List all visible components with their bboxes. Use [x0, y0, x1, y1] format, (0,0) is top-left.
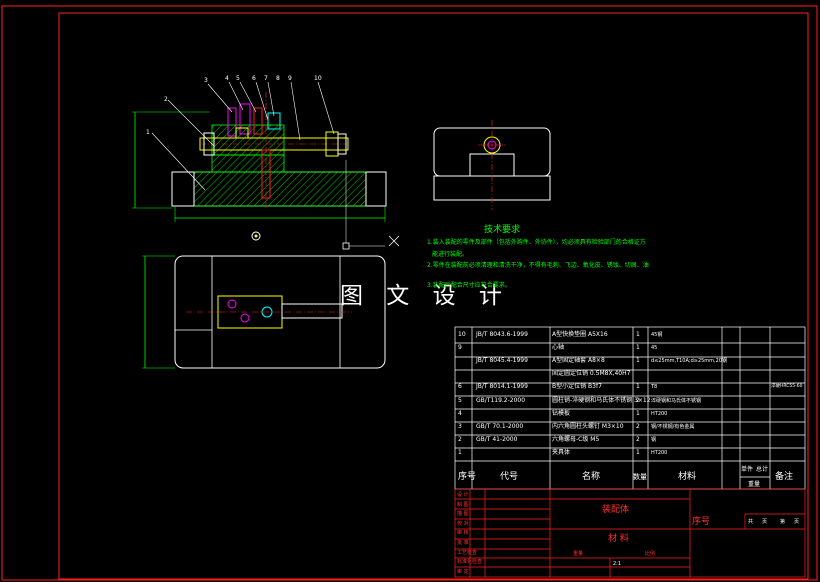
- title-block-label: 制 图: [457, 501, 469, 508]
- callout-9: 9: [288, 75, 292, 82]
- title-block-label: 设 计: [457, 492, 469, 498]
- bom-cell-note: 淬硬HRC55-60: [771, 384, 803, 390]
- title-block-label: 描 图: [457, 511, 469, 518]
- bom-cell-material: T8: [651, 384, 658, 391]
- callout-1: 1: [146, 129, 150, 136]
- callout-4: 4: [225, 75, 229, 82]
- title-block-grid: [454, 488, 806, 578]
- bom-cell-no: 5: [458, 396, 462, 404]
- callout-10: 10: [314, 75, 322, 82]
- weight-label: 重量: [573, 551, 584, 557]
- bom-cell-qty: 1: [636, 344, 640, 352]
- callout-5: 5: [236, 75, 240, 82]
- bom-header-no: 序号: [458, 472, 477, 482]
- bom-cell-material: 钢: [651, 436, 657, 443]
- bom-cell-name: A型快换垫圈 A5X16: [552, 331, 608, 338]
- bom-cell-qty: 2: [636, 422, 640, 430]
- title-block-label: 审 定: [457, 568, 469, 575]
- tech-line: 1.装入装配的零件及部件（包括外购件、外协件），均必须具有检验部门的合格证方: [427, 239, 646, 246]
- bom-cell-name: B型小定位销 B3f7: [552, 383, 602, 391]
- title-block-label: 审 核: [457, 530, 469, 537]
- bom-cell-code: GB/T119.2-2000: [476, 396, 526, 404]
- bom-cell-code: GB/T 70.1-2000: [476, 422, 524, 430]
- bom-cell-name: 六角螺母-C级 M5: [552, 435, 600, 443]
- tech-line: 2.零件在装配前必须清理和清洗干净，不得有毛刺、飞边、氧化皮、锈蚀、切屑、油: [427, 262, 649, 269]
- bom-header-unit: 单件: [741, 466, 754, 473]
- callout-7: 7: [264, 75, 268, 82]
- bom-cell-material: 淬硬钢和马氏体不锈钢: [651, 397, 702, 404]
- bom-cell-material: 钢/不锈钢/有色金属: [651, 423, 695, 430]
- bom-cell-qty: 1: [636, 383, 640, 391]
- bom-cell-material: d≤25mm,T10A;d≥25mm,20钢: [651, 358, 727, 365]
- bom-cell-material: 45钢: [651, 332, 663, 338]
- bom-header-note: 备注: [775, 472, 794, 482]
- sheet-no-unit: 页: [794, 519, 800, 525]
- bom-cell-qty: 2: [636, 396, 640, 404]
- bom-header-name: 名称: [582, 472, 601, 482]
- scale-label: 比例: [645, 551, 656, 557]
- title-block-label: 校 对: [457, 520, 469, 527]
- tech-requirements-title: 技术要求: [484, 225, 521, 235]
- bom-cell-no: 6: [458, 383, 462, 391]
- sheet-total-unit: 页: [762, 519, 768, 525]
- bom-cell-code: JB/T 8045.4-1999: [476, 357, 528, 365]
- bom-cell-name: A型固定轴套 A8×8: [552, 357, 605, 365]
- sheet-no-label: 第: [780, 519, 786, 525]
- bom-cell-name: 夹具体: [552, 448, 571, 456]
- bom-cell-no: 9: [458, 344, 462, 352]
- sheet-total-label: 共: [748, 519, 754, 525]
- title-block-label: 标准化检查: [457, 559, 483, 566]
- callout-3: 3: [204, 77, 208, 84]
- bom-cell-code: JB/T 8043.6-1999: [476, 331, 528, 338]
- callout-6: 6: [252, 75, 256, 82]
- bom-cell-material: HT200: [651, 410, 668, 417]
- tech-line: 能进行装配。: [432, 251, 469, 258]
- bom-cell-qty: 2: [636, 435, 640, 443]
- bom-cell-qty: 1: [636, 331, 640, 338]
- side-view[interactable]: [433, 120, 551, 210]
- bom-header-total: 总计: [756, 466, 769, 473]
- bom-cell-qty: 1: [636, 448, 640, 456]
- title-block-label: 工艺检查: [457, 549, 478, 556]
- bom-cell-name: 内六角圆柱头螺钉 M3×10: [552, 422, 624, 430]
- bom-header-qty: 数量: [633, 473, 647, 481]
- top-view[interactable]: [142, 255, 386, 369]
- drawing-name: 装配体: [602, 505, 630, 515]
- bom-cell-qty: 1: [636, 409, 640, 417]
- fixture-body-hatch: [193, 171, 367, 207]
- scale-value: 2:1: [613, 561, 622, 567]
- title-block-label: 批 准: [457, 540, 469, 546]
- front-view[interactable]: [132, 81, 400, 250]
- bom-cell-no: 4: [458, 409, 462, 417]
- bom-cell-name: 固定圆定位销 0.5M8X,40H7: [552, 370, 631, 378]
- callout-8: 8: [276, 75, 280, 82]
- bom-header-weight: 重量: [748, 481, 761, 488]
- bom-header-material: 材料: [678, 472, 697, 482]
- bom-cell-no: 3: [458, 422, 462, 430]
- bom-cell-name: 心轴: [552, 344, 565, 352]
- bom-header-code: 代号: [500, 472, 519, 482]
- serial-label: 序号: [692, 517, 711, 527]
- callout-2: 2: [164, 96, 168, 103]
- bom-cell-material: 45: [651, 345, 658, 352]
- bom-cell-code: GB/T 41-2000: [476, 435, 518, 443]
- bom-cell-no: 10: [458, 331, 466, 338]
- bom-cell-no: 2: [458, 435, 462, 443]
- bom-cell-no: 1: [458, 448, 462, 456]
- bom-cell-qty: 1: [636, 357, 640, 365]
- bom-cell-code: JB/T 8014.1-1999: [476, 383, 528, 391]
- material-label: 材 料: [608, 534, 629, 544]
- bom-cell-material: HT200: [651, 449, 668, 456]
- tech-line: 3.装配后配合尺寸应符合要求。: [427, 282, 511, 289]
- bom-cell-name: 钻模板: [552, 409, 571, 417]
